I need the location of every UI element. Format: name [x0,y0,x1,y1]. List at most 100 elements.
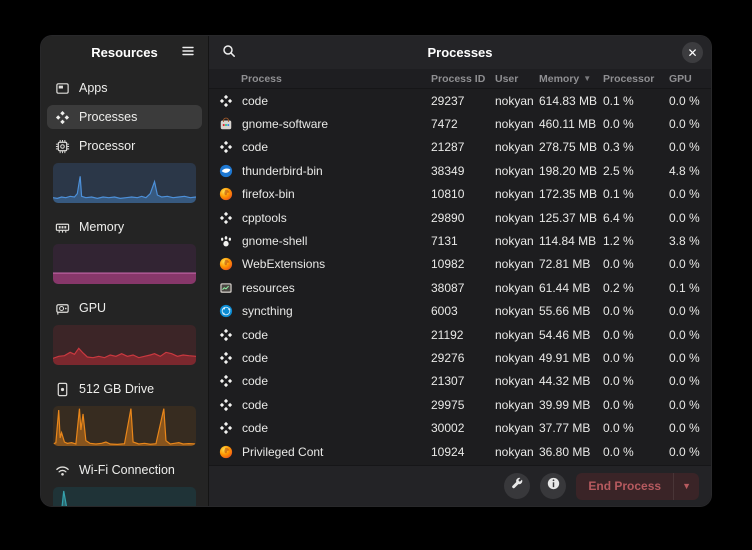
process-id: 29276 [431,351,495,365]
table-row[interactable]: code 29276 nokyan 49.91 MB 0.0 % 0.0 % [209,346,711,369]
footer-action-bar: End Process ▼ [209,465,711,506]
process-id: 7131 [431,234,495,248]
process-cpu: 0.0 % [603,304,669,318]
process-cpu: 0.0 % [603,117,669,131]
column-header-user[interactable]: User [495,73,539,85]
process-gpu: 4.8 % [669,164,711,178]
close-icon: ✕ [687,47,697,59]
sidebar-item-gpu[interactable]: GPU [47,296,202,320]
end-process-split-button: End Process ▼ [576,473,699,500]
table-row[interactable]: thunderbird-bin 38349 nokyan 198.20 MB 2… [209,159,711,182]
vscode-icon [219,374,233,388]
sidebar-item-processor[interactable]: Processor [47,134,202,158]
sort-descending-icon: ▼ [583,74,591,83]
process-id: 29237 [431,94,495,108]
firefox-icon [219,187,233,201]
vscode-icon [219,328,233,342]
search-button[interactable] [217,41,241,65]
process-id: 38087 [431,281,495,295]
process-name: code [242,421,268,435]
process-name: code [242,328,268,342]
process-gpu: 0.0 % [669,421,711,435]
main-pane: Processes ✕ Process Process ID User Memo… [209,36,711,506]
sidebar-item-memory[interactable]: Memory [47,215,202,239]
vscode-icon [219,398,233,412]
column-header-pid[interactable]: Process ID [431,73,495,85]
processor-icon [55,139,70,154]
paw-icon [219,234,233,248]
table-row[interactable]: code 29975 nokyan 39.99 MB 0.0 % 0.0 % [209,393,711,416]
close-button[interactable]: ✕ [682,42,703,63]
sidebar-item-label: Processes [79,110,137,124]
process-memory: 61.44 MB [539,281,603,295]
process-cpu: 0.0 % [603,398,669,412]
gpu-usage-chart [53,325,196,365]
process-name: firefox-bin [242,187,295,201]
end-process-button[interactable]: End Process [576,473,673,500]
table-row[interactable]: gnome-software 7472 nokyan 460.11 MB 0.0… [209,112,711,135]
processes-icon [55,110,70,125]
process-id: 21287 [431,140,495,154]
sidebar-item-processes[interactable]: Processes [47,105,202,129]
table-row[interactable]: syncthing 6003 nokyan 55.66 MB 0.0 % 0.0… [209,300,711,323]
table-row[interactable]: resources 38087 nokyan 61.44 MB 0.2 % 0.… [209,276,711,299]
main-menu-button[interactable] [176,41,200,65]
process-memory: 614.83 MB [539,94,603,108]
process-gpu: 0.0 % [669,328,711,342]
process-name: code [242,374,268,388]
column-header-process[interactable]: Process [219,73,431,85]
table-row[interactable]: cpptools 29890 nokyan 125.37 MB 6.4 % 0.… [209,206,711,229]
process-user: nokyan [495,234,539,248]
resources-icon [219,281,233,295]
end-process-dropdown-button[interactable]: ▼ [673,473,699,500]
process-memory: 44.32 MB [539,374,603,388]
table-row[interactable]: code 30002 nokyan 37.77 MB 0.0 % 0.0 % [209,416,711,439]
process-name: code [242,351,268,365]
process-user: nokyan [495,187,539,201]
table-row[interactable]: gnome-shell 7131 nokyan 114.84 MB 1.2 % … [209,229,711,252]
process-info-button[interactable] [540,473,566,499]
process-memory: 125.37 MB [539,211,603,225]
process-user: nokyan [495,304,539,318]
process-memory: 114.84 MB [539,234,603,248]
process-name: thunderbird-bin [242,164,323,178]
process-id: 10810 [431,187,495,201]
sidebar-item-wifi[interactable]: Wi-Fi Connection [47,458,202,482]
table-row[interactable]: WebExtensions 10982 nokyan 72.81 MB 0.0 … [209,253,711,276]
table-row[interactable]: code 21307 nokyan 44.32 MB 0.0 % 0.0 % [209,370,711,393]
process-name: code [242,94,268,108]
process-gpu: 0.0 % [669,211,711,225]
sidebar-item-label: 512 GB Drive [79,382,154,396]
process-cpu: 0.0 % [603,374,669,388]
column-header-gpu[interactable]: GPU [669,73,711,85]
process-options-button[interactable] [504,473,530,499]
vscode-icon [219,94,233,108]
table-row[interactable]: code 29237 nokyan 614.83 MB 0.1 % 0.0 % [209,89,711,112]
app-title: Resources [91,45,157,60]
vscode-icon [219,421,233,435]
process-user: nokyan [495,398,539,412]
column-header-memory[interactable]: Memory▼ [539,73,603,85]
process-gpu: 0.0 % [669,140,711,154]
process-user: nokyan [495,445,539,459]
sidebar-item-drive[interactable]: 512 GB Drive [47,377,202,401]
sidebar-item-label: Apps [79,81,108,95]
table-row[interactable]: Privileged Cont 10924 nokyan 36.80 MB 0.… [209,440,711,463]
chevron-down-icon: ▼ [682,481,691,491]
table-row[interactable]: code 21192 nokyan 54.46 MB 0.0 % 0.0 % [209,323,711,346]
sidebar: Resources Apps Processes [41,36,209,506]
process-id: 10982 [431,257,495,271]
sidebar-nav: Apps Processes Processor [41,69,208,506]
info-icon [547,477,560,495]
process-id: 30002 [431,421,495,435]
table-row[interactable]: code 21287 nokyan 278.75 MB 0.3 % 0.0 % [209,136,711,159]
process-user: nokyan [495,140,539,154]
table-row[interactable]: firefox-bin 10810 nokyan 172.35 MB 0.1 %… [209,183,711,206]
process-memory: 36.80 MB [539,445,603,459]
process-name: code [242,398,268,412]
process-name: gnome-software [242,117,328,131]
search-icon [222,44,236,63]
column-header-processor[interactable]: Processor [603,73,669,85]
process-user: nokyan [495,94,539,108]
sidebar-item-apps[interactable]: Apps [47,76,202,100]
